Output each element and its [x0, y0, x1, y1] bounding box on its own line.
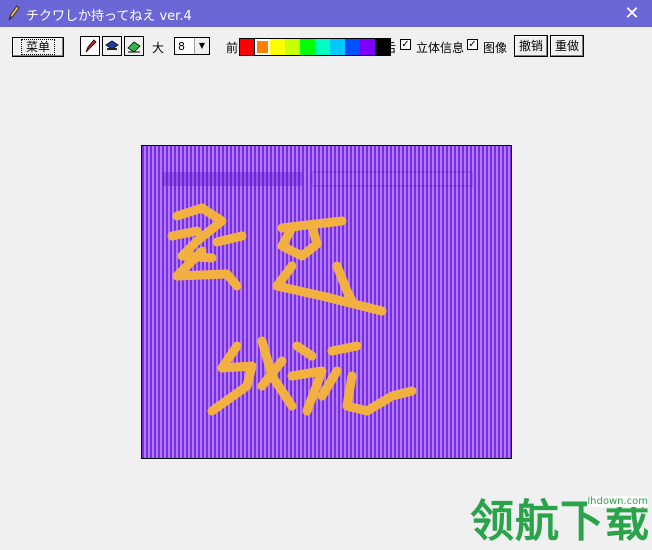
- size-select[interactable]: 8 ▼: [174, 37, 210, 55]
- image-checkbox[interactable]: ✓: [467, 39, 478, 50]
- drawing-canvas[interactable]: [141, 145, 512, 459]
- image-label: 图像: [483, 41, 508, 55]
- watermark-url: lhdown.com: [587, 496, 648, 507]
- canvas-ghost-toolbar: [162, 171, 473, 187]
- stereo-label: 立体信息: [416, 41, 465, 55]
- pencil-tool-button[interactable]: [80, 36, 100, 56]
- color-swatch[interactable]: [285, 39, 300, 55]
- fill-tool-button[interactable]: [102, 36, 122, 56]
- color-swatch[interactable]: [254, 38, 271, 56]
- eraser-icon: [127, 41, 141, 53]
- stereo-checkbox[interactable]: ✓: [400, 39, 411, 50]
- menu-button-label: 菜单: [20, 39, 55, 55]
- color-swatch[interactable]: [300, 39, 315, 55]
- color-swatch[interactable]: [240, 39, 255, 55]
- front-color-label: 前: [226, 41, 239, 55]
- canvas-drawing: [162, 171, 473, 416]
- watermark: 领航下载 lhdown.com: [470, 496, 652, 550]
- color-palette: [239, 38, 391, 56]
- fill-icon: [105, 40, 119, 50]
- pencil-icon: [85, 39, 97, 53]
- size-value: 8: [178, 40, 185, 53]
- toolbar: 菜单 大 8 ▼ 前 后 ✓ 立体信息 ✓ 图像 撤销 重做: [0, 27, 652, 63]
- color-swatch[interactable]: [345, 39, 360, 55]
- color-swatch[interactable]: [270, 39, 285, 55]
- title-bar: チクワしか持ってねえ ver.4 ✕: [0, 0, 652, 27]
- menu-button[interactable]: 菜单: [12, 37, 64, 57]
- pencil-app-icon: [8, 5, 20, 21]
- chevron-down-icon[interactable]: ▼: [194, 38, 209, 54]
- color-swatch[interactable]: [360, 39, 375, 55]
- color-swatch[interactable]: [330, 39, 345, 55]
- close-icon[interactable]: ✕: [612, 0, 652, 27]
- color-swatch[interactable]: [315, 39, 330, 55]
- window-title: チクワしか持ってねえ ver.4: [26, 9, 192, 24]
- size-label: 大: [152, 41, 165, 55]
- redo-button[interactable]: 重做: [550, 35, 584, 57]
- eraser-tool-button[interactable]: [124, 36, 144, 56]
- brush-strokes: [167, 203, 417, 416]
- back-color-label: 后: [384, 41, 397, 55]
- undo-button[interactable]: 撤销: [514, 35, 548, 57]
